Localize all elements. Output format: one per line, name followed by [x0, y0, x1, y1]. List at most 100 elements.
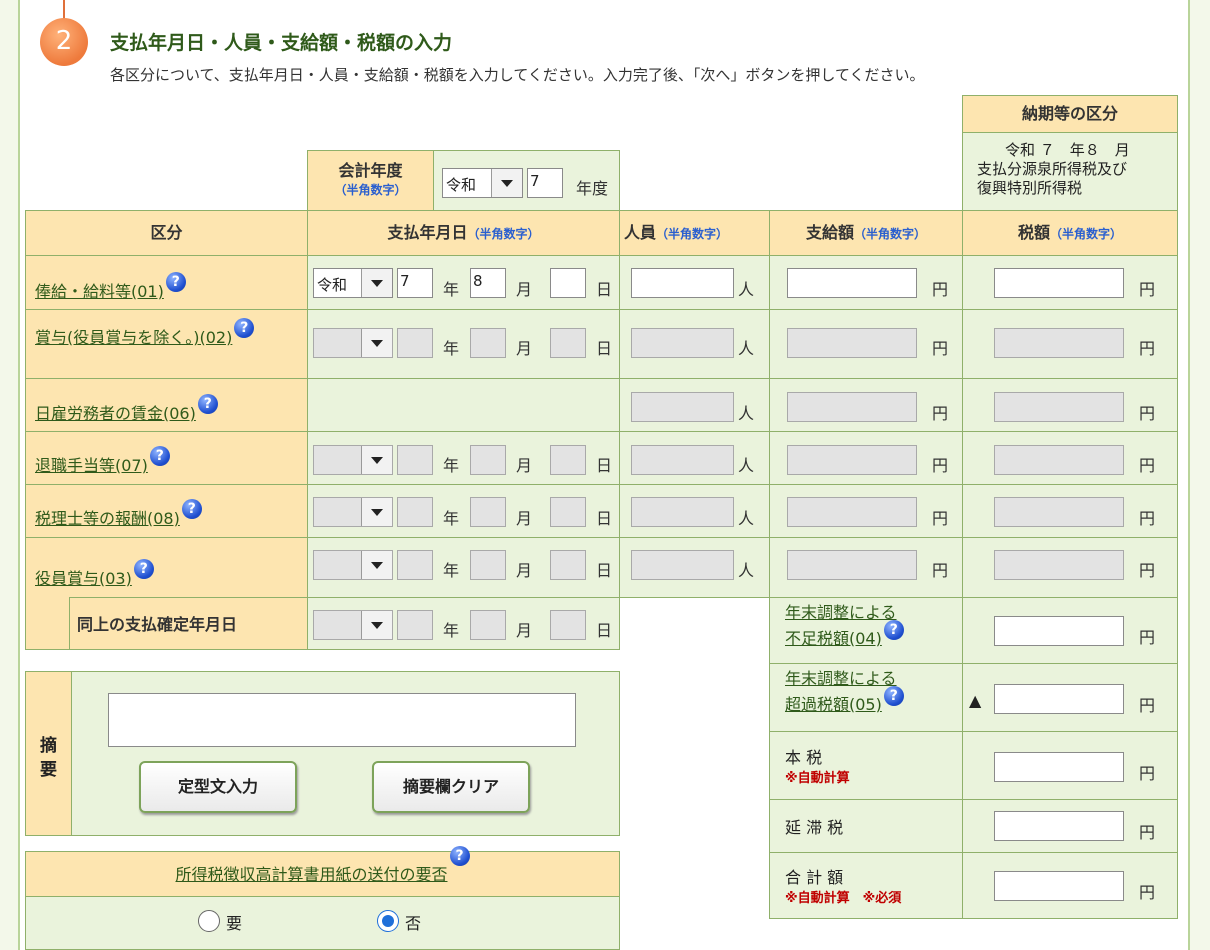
help-icon[interactable]: ?	[197, 394, 218, 414]
entai-input[interactable]	[994, 811, 1124, 841]
link-07[interactable]: 退職手当等(07)	[35, 456, 148, 475]
pay-input-08[interactable]	[787, 497, 917, 527]
help-icon[interactable]: ?	[883, 686, 904, 706]
sofu-yes-radio[interactable]	[198, 910, 220, 932]
tekiyo-label-cell: 摘 要	[25, 671, 72, 836]
unit-yen: 円	[1139, 509, 1156, 528]
year-input-03[interactable]	[397, 550, 433, 580]
honzei-input[interactable]	[994, 752, 1124, 782]
day-input-02[interactable]	[550, 328, 586, 358]
pay-input-01[interactable]	[787, 268, 917, 298]
unit-person: 人	[738, 509, 755, 528]
unit-year: 年	[443, 561, 460, 580]
confirm-month-input[interactable]	[470, 610, 506, 640]
era-select-03[interactable]	[313, 550, 393, 580]
month-input-03[interactable]	[470, 550, 506, 580]
year-input-01[interactable]: 7	[397, 268, 433, 298]
era-select-07[interactable]	[313, 445, 393, 475]
year-input-07[interactable]	[397, 445, 433, 475]
confirm-day-input[interactable]	[550, 610, 586, 640]
sofu-yes-label: 要	[226, 914, 243, 933]
chevron-down-icon	[361, 446, 392, 474]
total-input[interactable]	[994, 871, 1124, 901]
people-input-02[interactable]	[631, 328, 734, 358]
month-input-07[interactable]	[470, 445, 506, 475]
help-icon[interactable]: ?	[883, 620, 904, 640]
shortage-tax-input[interactable]	[994, 616, 1124, 646]
template-text-button[interactable]: 定型文入力	[139, 761, 297, 813]
link-04b[interactable]: 不足税額(04)	[785, 629, 882, 648]
unit-month: 月	[516, 561, 533, 580]
link-02[interactable]: 賞与(役員賞与を除く。)(02)	[35, 328, 232, 347]
link-08[interactable]: 税理士等の報酬(08)	[35, 509, 180, 528]
era-select-01[interactable]: 令和	[313, 268, 393, 298]
unit-yen: 円	[932, 561, 949, 580]
noki-line2: 支払分源泉所得税及び	[977, 160, 1128, 178]
unit-yen: 円	[1139, 764, 1156, 783]
sofu-options-cell	[25, 896, 620, 950]
tax-input-07[interactable]	[994, 445, 1124, 475]
people-input-01[interactable]	[631, 268, 734, 298]
day-input-01[interactable]	[550, 268, 586, 298]
pay-input-02[interactable]	[787, 328, 917, 358]
tax-input-06[interactable]	[994, 392, 1124, 422]
year-input-08[interactable]	[397, 497, 433, 527]
unit-yen: 円	[932, 404, 949, 423]
month-input-02[interactable]	[470, 328, 506, 358]
people-input-03[interactable]	[631, 550, 734, 580]
help-icon[interactable]: ?	[449, 846, 470, 866]
day-input-08[interactable]	[550, 497, 586, 527]
chevron-down-icon	[361, 611, 392, 639]
tax-input-03[interactable]	[994, 550, 1124, 580]
era-select-08[interactable]	[313, 497, 393, 527]
section-description: 各区分について、支払年月日・人員・支給額・税額を入力してください。入力完了後、「…	[110, 66, 925, 84]
honzei-auto-note: ※自動計算	[785, 771, 850, 786]
help-icon[interactable]: ?	[181, 499, 202, 519]
people-input-08[interactable]	[631, 497, 734, 527]
link-01[interactable]: 俸給・給料等(01)	[35, 282, 164, 301]
header-pay: 支給額（半角数字）	[769, 210, 963, 256]
month-input-08[interactable]	[470, 497, 506, 527]
pay-input-03[interactable]	[787, 550, 917, 580]
clear-tekiyo-button[interactable]: 摘要欄クリア	[372, 761, 530, 813]
unit-yen: 円	[932, 280, 949, 299]
help-icon[interactable]: ?	[149, 446, 170, 466]
link-05b[interactable]: 超過税額(05)	[785, 695, 882, 714]
fiscal-year-input[interactable]: 7	[527, 168, 563, 198]
header-tax: 税額（半角数字）	[962, 210, 1178, 256]
help-icon[interactable]: ?	[133, 559, 154, 579]
era-select-02[interactable]	[313, 328, 393, 358]
header-kubun: 区分	[25, 210, 308, 256]
help-icon[interactable]: ?	[234, 318, 255, 338]
confirm-era-select[interactable]	[313, 610, 393, 640]
day-input-07[interactable]	[550, 445, 586, 475]
pay-input-06[interactable]	[787, 392, 917, 422]
unit-person: 人	[738, 339, 755, 358]
confirm-year-input[interactable]	[397, 610, 433, 640]
noki-header: 納期等の区分	[962, 95, 1178, 133]
unit-day: 日	[596, 280, 613, 299]
day-input-03[interactable]	[550, 550, 586, 580]
excess-tax-input[interactable]	[994, 684, 1124, 714]
people-input-07[interactable]	[631, 445, 734, 475]
link-03[interactable]: 役員賞与(03)	[35, 569, 132, 588]
sofu-no-radio[interactable]	[377, 910, 399, 932]
chevron-down-icon	[361, 551, 392, 579]
unit-yen: 円	[1139, 561, 1156, 580]
unit-person: 人	[738, 561, 755, 580]
pay-input-07[interactable]	[787, 445, 917, 475]
link-06[interactable]: 日雇労務者の賃金(06)	[35, 404, 196, 423]
tax-input-02[interactable]	[994, 328, 1124, 358]
help-icon[interactable]: ?	[165, 272, 186, 292]
year-input-02[interactable]	[397, 328, 433, 358]
fiscal-era-select[interactable]: 令和	[442, 168, 523, 198]
row-label-08: 税理士等の報酬(08)?	[35, 499, 202, 529]
month-input-01[interactable]: 8	[470, 268, 506, 298]
sofu-link[interactable]: 所得税徴収高計算書用紙の送付の要否	[175, 865, 447, 884]
tax-input-08[interactable]	[994, 497, 1124, 527]
unit-day: 日	[596, 456, 613, 475]
people-input-06[interactable]	[631, 392, 734, 422]
tax-input-01[interactable]	[994, 268, 1124, 298]
tekiyo-textarea[interactable]	[108, 693, 576, 747]
unit-year: 年	[443, 509, 460, 528]
